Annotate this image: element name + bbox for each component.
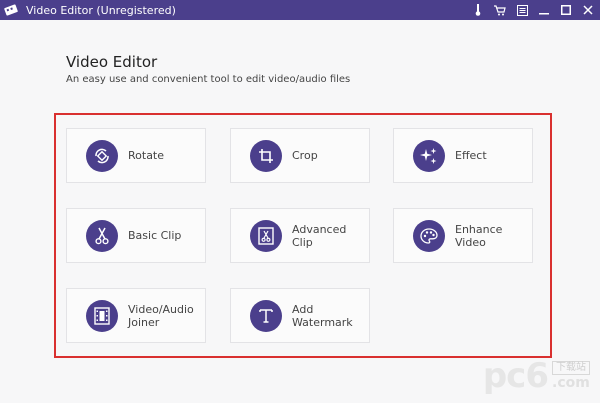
- watermark-small-top: 下载站: [552, 361, 590, 375]
- crop-label: Crop: [292, 149, 318, 162]
- thermometer-icon[interactable]: [470, 2, 486, 18]
- effect-tool-button[interactable]: Effect: [393, 128, 533, 183]
- window-controls: [470, 0, 596, 20]
- effect-icon: [413, 139, 445, 172]
- page-title: Video Editor: [66, 53, 158, 71]
- video-audio-joiner-tool-button[interactable]: Video/Audio Joiner: [66, 288, 206, 343]
- window-title: Video Editor (Unregistered): [26, 3, 176, 17]
- crop-icon: [250, 139, 282, 172]
- maximize-icon[interactable]: [558, 2, 574, 18]
- watermark-small-bottom: .com: [552, 375, 590, 391]
- close-icon[interactable]: [580, 2, 596, 18]
- rotate-tool-button[interactable]: Rotate: [66, 128, 206, 183]
- rotate-icon: [86, 139, 118, 172]
- palette-icon: [413, 219, 445, 252]
- rotate-label: Rotate: [128, 149, 165, 162]
- enhance-video-tool-button[interactable]: Enhance Video: [393, 208, 533, 263]
- watermark-logo-text: pc6: [482, 356, 549, 396]
- page-subtitle: An easy use and convenient tool to edit …: [66, 74, 351, 85]
- advanced-clip-label: Advanced Clip: [292, 222, 347, 249]
- basic-clip-tool-button[interactable]: Basic Clip: [66, 208, 206, 263]
- video-audio-joiner-label: Video/Audio Joiner: [128, 302, 194, 329]
- watermark-side: 下载站 .com: [552, 361, 590, 391]
- site-watermark: pc6 下载站 .com: [483, 359, 590, 393]
- film-icon: [86, 299, 118, 332]
- enhance-video-label: Enhance Video: [455, 222, 503, 249]
- crop-tool-button[interactable]: Crop: [230, 128, 370, 183]
- add-watermark-tool-button[interactable]: Add Watermark: [230, 288, 370, 343]
- add-watermark-label: Add Watermark: [292, 302, 353, 329]
- text-t-icon: [250, 299, 282, 332]
- minimize-icon[interactable]: [536, 2, 552, 18]
- effect-label: Effect: [455, 149, 487, 162]
- advanced-clip-tool-button[interactable]: Advanced Clip: [230, 208, 370, 263]
- app-logo-icon: [4, 3, 20, 17]
- menu-icon[interactable]: [514, 2, 530, 18]
- advanced-clip-icon: [250, 219, 282, 252]
- cart-icon[interactable]: [492, 2, 508, 18]
- scissors-icon: [86, 219, 118, 252]
- main-content: Video Editor An easy use and convenient …: [0, 20, 600, 403]
- basic-clip-label: Basic Clip: [128, 229, 182, 242]
- title-bar: Video Editor (Unregistered): [0, 0, 600, 20]
